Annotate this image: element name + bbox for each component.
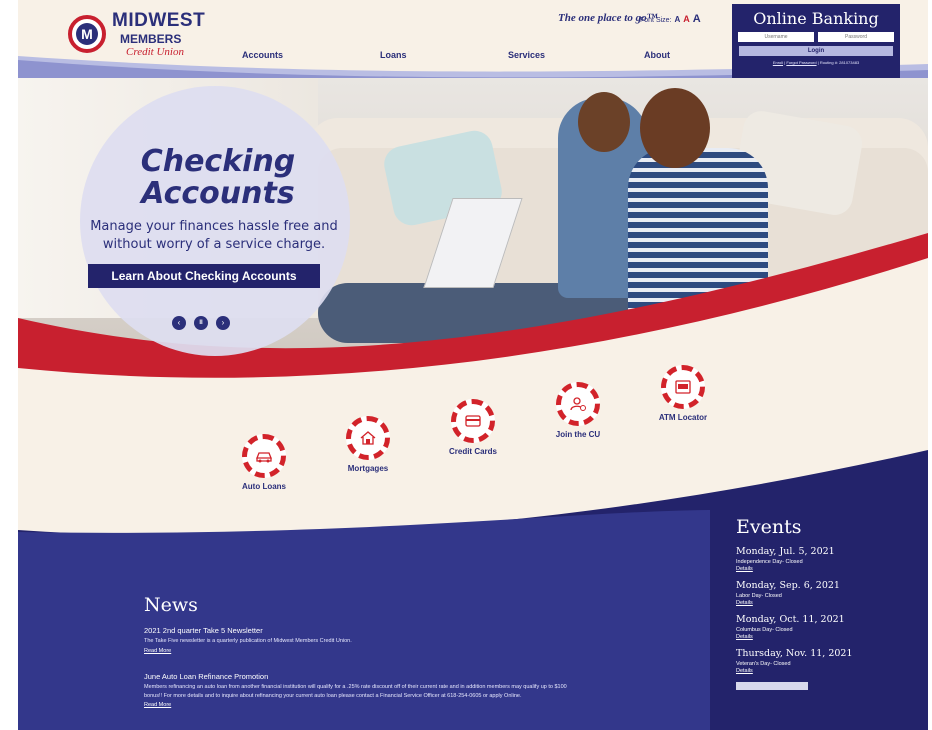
nav-services[interactable]: Services <box>508 50 545 60</box>
hero-subtitle: Manage your finances hassle free and wit… <box>84 218 344 253</box>
news-item: June Auto Loan Refinance Promotion Membe… <box>144 672 584 708</box>
quick-link-label: ATM Locator <box>658 413 708 422</box>
event-date: Monday, Oct. 11, 2021 <box>736 614 845 625</box>
online-banking-panel: Online Banking Login Enroll | Forgot Pas… <box>732 4 900 80</box>
event-item: Monday, Oct. 11, 2021 Columbus Day- Clos… <box>736 614 928 640</box>
nav-about[interactable]: About <box>644 50 670 60</box>
quick-link-atm-locator[interactable]: ATM Locator <box>638 365 728 422</box>
slider-next-button[interactable]: › <box>216 316 230 330</box>
login-button[interactable]: Login <box>739 46 893 56</box>
quick-link-label: Join the CU <box>555 430 601 439</box>
page-frame: M MIDWEST MEMBERS Credit Union The one p… <box>18 0 928 730</box>
event-name: Veteran's Day- Closed <box>736 661 791 667</box>
font-size-medium[interactable]: A <box>683 14 690 24</box>
hero-subtitle-line1: Manage your finances hassle free and <box>90 219 338 234</box>
logo-line2: MEMBERS <box>120 32 182 46</box>
quick-link-mortgages[interactable]: Mortgages <box>323 416 413 473</box>
forgot-password-link[interactable]: Forgot Password <box>786 60 816 65</box>
news-title: News <box>144 594 198 616</box>
banking-links: Enroll | Forgot Password | Routing #: 28… <box>772 60 860 65</box>
nav-loans[interactable]: Loans <box>380 50 407 60</box>
learn-checking-button[interactable]: Learn About Checking Accounts <box>88 264 320 288</box>
news-item-title[interactable]: 2021 2nd quarter Take 5 Newsletter <box>144 626 584 635</box>
event-item: Monday, Jul. 5, 2021 Independence Day- C… <box>736 546 928 572</box>
quick-link-join[interactable]: Join the CU <box>533 382 623 439</box>
font-size-controls: Font Size: A A A <box>640 13 701 25</box>
events-title: Events <box>736 516 802 538</box>
event-details-link[interactable]: Details <box>736 566 928 572</box>
quick-links: Auto Loans Mortgages Credit Cards Join t… <box>18 365 928 520</box>
font-size-large[interactable]: A <box>693 13 701 25</box>
view-all-events-button[interactable] <box>736 682 808 690</box>
read-more-link[interactable]: Read More <box>144 702 584 708</box>
quick-link-label: Auto Loans <box>242 482 286 491</box>
user-icon <box>556 382 600 426</box>
routing-number: Routing #: 281073483 <box>819 60 860 65</box>
hero-subtitle-line2: without worry of a service charge. <box>102 236 326 252</box>
hero-title-line2: Accounts <box>141 176 295 212</box>
news-item: 2021 2nd quarter Take 5 Newsletter The T… <box>144 626 584 654</box>
read-more-link[interactable]: Read More <box>144 648 584 654</box>
nav-accounts[interactable]: Accounts <box>242 50 283 60</box>
font-size-label: Font Size: <box>640 17 672 24</box>
event-date: Monday, Jul. 5, 2021 <box>736 546 835 557</box>
enroll-link[interactable]: Enroll <box>773 60 783 65</box>
online-banking-title: Online Banking <box>753 9 879 28</box>
password-input[interactable] <box>818 32 894 42</box>
event-name: Labor Day- Closed <box>736 593 782 599</box>
events-panel: Events Monday, Jul. 5, 2021 Independence… <box>710 510 928 730</box>
quick-link-label: Credit Cards <box>448 447 497 456</box>
credit-card-icon <box>451 399 495 443</box>
event-date: Monday, Sep. 6, 2021 <box>736 580 840 591</box>
username-input[interactable] <box>738 32 814 42</box>
event-item: Thursday, Nov. 11, 2021 Veteran's Day- C… <box>736 648 928 674</box>
font-size-small[interactable]: A <box>675 15 681 24</box>
slider-pause-button[interactable]: II <box>194 316 208 330</box>
quick-link-auto-loans[interactable]: Auto Loans <box>219 434 309 491</box>
hero-title: Checking Accounts <box>113 144 323 212</box>
news-item-title[interactable]: June Auto Loan Refinance Promotion <box>144 672 584 681</box>
hero-title-line1: Checking <box>140 144 296 179</box>
event-name: Columbus Day- Closed <box>736 627 793 633</box>
event-details-link[interactable]: Details <box>736 600 928 606</box>
event-details-link[interactable]: Details <box>736 634 928 640</box>
house-icon <box>346 416 390 460</box>
quick-link-label: Mortgages <box>347 464 389 473</box>
quick-link-credit-cards[interactable]: Credit Cards <box>428 399 518 456</box>
event-date: Thursday, Nov. 11, 2021 <box>736 648 853 659</box>
slider-prev-button[interactable]: ‹ <box>172 316 186 330</box>
news-item-body: The Take Five newsletter is a quarterly … <box>144 638 352 644</box>
event-name: Independence Day- Closed <box>736 559 803 565</box>
atm-icon <box>661 365 705 409</box>
hero-slider: Checking Accounts Manage your finances h… <box>18 78 928 398</box>
logo-line1: MIDWEST <box>112 10 206 31</box>
event-item: Monday, Sep. 6, 2021 Labor Day- Closed D… <box>736 580 928 606</box>
logo-emblem: M <box>68 15 106 53</box>
event-details-link[interactable]: Details <box>736 668 928 674</box>
news-item-body: Members refinancing an auto loan from an… <box>144 684 567 699</box>
main-nav: Accounts Loans Services About <box>18 50 718 66</box>
car-icon <box>242 434 286 478</box>
